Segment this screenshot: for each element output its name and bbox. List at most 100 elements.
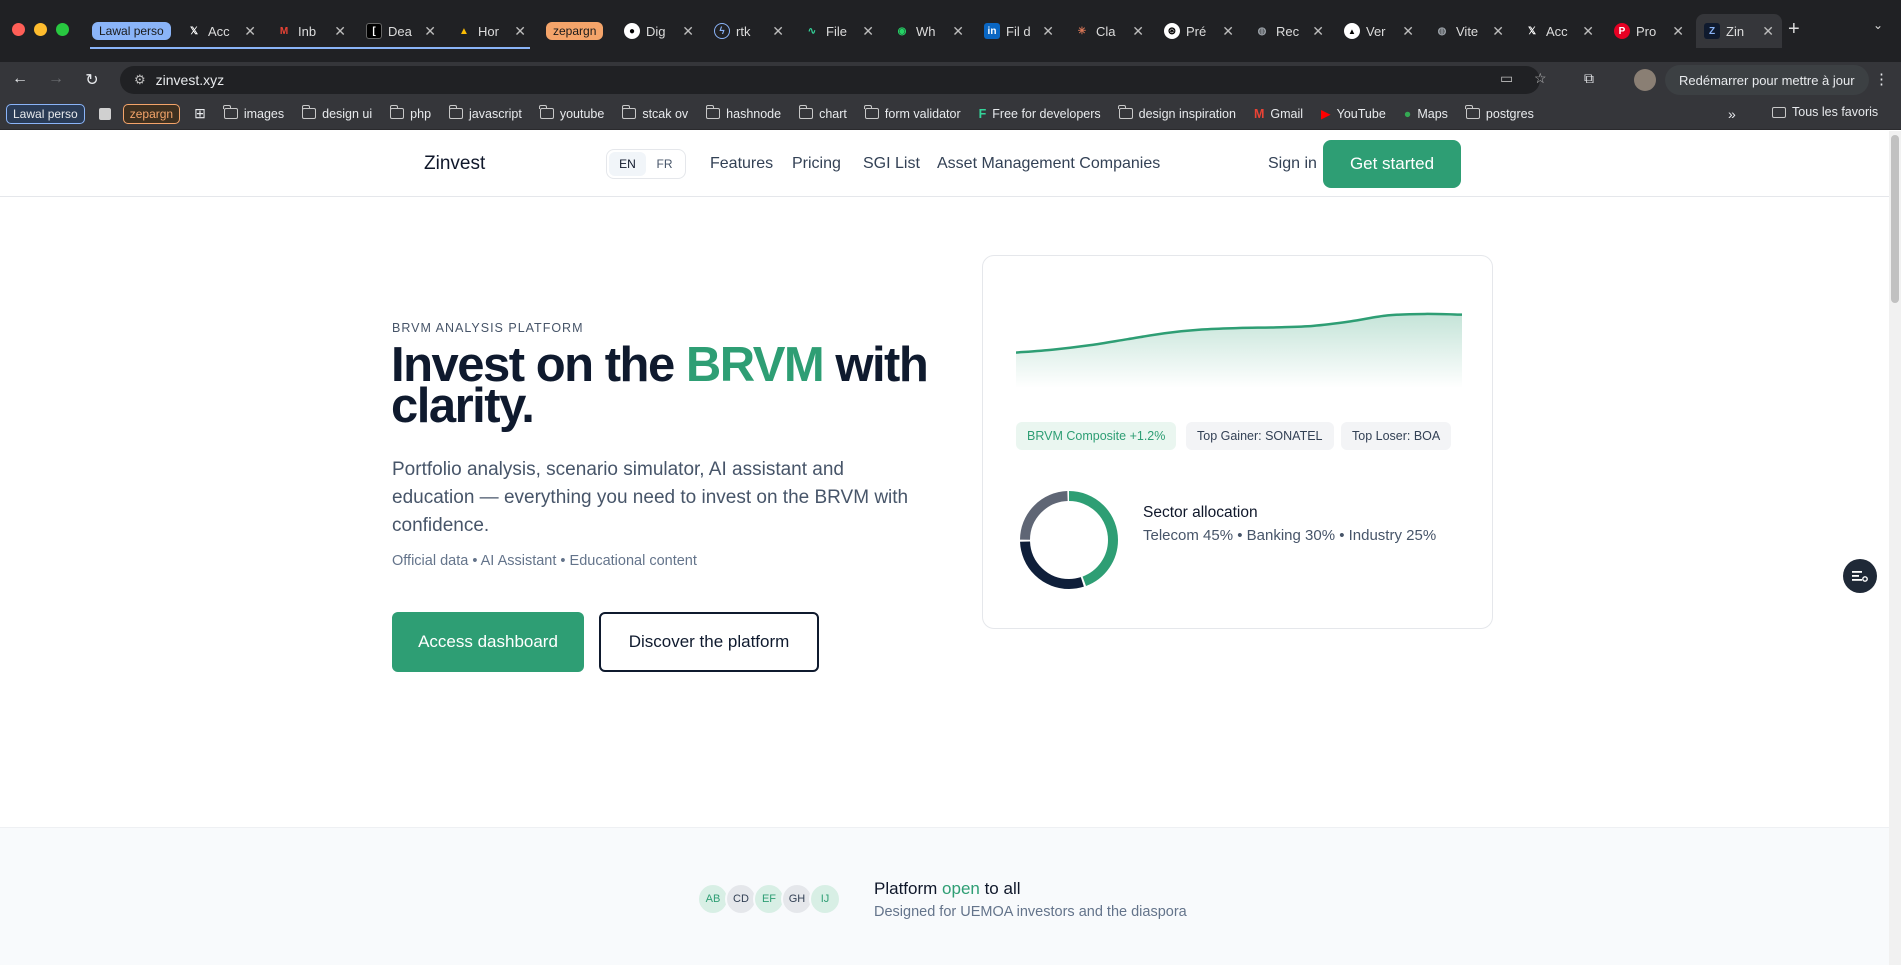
access-dashboard-button[interactable]: Access dashboard <box>392 612 584 672</box>
bookmark-folder[interactable]: chart <box>798 105 847 121</box>
site-info-icon[interactable]: ⚙ <box>134 72 146 88</box>
install-app-icon[interactable]: ▭ <box>1500 70 1513 87</box>
bookmark-folder[interactable]: javascript <box>448 105 522 121</box>
tab[interactable]: 𝕏 Acc ✕ <box>178 14 264 48</box>
bookmark-label: form validator <box>884 106 961 121</box>
close-icon[interactable]: ✕ <box>772 23 784 40</box>
page-scrollbar[interactable] <box>1889 131 1901 965</box>
close-icon[interactable]: ✕ <box>862 23 874 40</box>
bookmark-square-icon[interactable] <box>98 107 111 120</box>
forward-arrow-icon[interactable]: → <box>46 70 66 88</box>
close-icon[interactable]: ✕ <box>1672 23 1684 40</box>
close-icon[interactable]: ✕ <box>1132 23 1144 40</box>
close-icon[interactable]: ✕ <box>1582 23 1594 40</box>
discover-platform-button[interactable]: Discover the platform <box>599 612 819 672</box>
tab[interactable]: ▲ Ver ✕ <box>1336 14 1422 48</box>
bookmark-folder[interactable]: postgres <box>1465 105 1534 121</box>
folder-icon <box>389 105 405 119</box>
sparkline-area <box>1016 313 1462 388</box>
tab[interactable]: ◉ Wh ✕ <box>886 14 972 48</box>
tab-title: Zin <box>1726 23 1745 39</box>
bookmark-label: Free for developers <box>992 106 1101 121</box>
chip-top-gainer: Top Gainer: SONATEL <box>1186 422 1334 450</box>
nav-pricing[interactable]: Pricing <box>792 155 841 173</box>
whatsapp-icon: ◉ <box>897 25 907 37</box>
close-window-button[interactable] <box>12 23 25 36</box>
url-omnibox[interactable]: ⚙ zinvest.xyz <box>120 66 1540 94</box>
close-icon[interactable]: ✕ <box>1312 23 1324 40</box>
tab-active[interactable]: Z Zin ✕ <box>1696 14 1782 48</box>
folder-icon <box>798 105 814 119</box>
tab[interactable]: 𝕏 Acc ✕ <box>1516 14 1602 48</box>
bookmark-group-lawal-perso[interactable]: Lawal perso <box>6 103 85 124</box>
bookmark-folder[interactable]: youtube <box>539 105 604 121</box>
close-icon[interactable]: ✕ <box>952 23 964 40</box>
avatar: IJ <box>809 883 841 915</box>
youtube-icon: ▶ <box>1321 107 1331 121</box>
bookmark-folder[interactable]: form validator <box>864 105 961 121</box>
back-arrow-icon[interactable]: ← <box>10 70 30 88</box>
bookmark-group-zepargn[interactable]: zepargn <box>122 103 181 124</box>
site-logo[interactable]: Zinvest <box>424 153 485 175</box>
all-bookmarks-folder[interactable]: Tous les favoris <box>1772 105 1878 119</box>
bookmark-folder[interactable]: hashnode <box>705 105 781 121</box>
close-icon[interactable]: ✕ <box>514 23 526 40</box>
tab[interactable]: in Fil d ✕ <box>976 14 1062 48</box>
zoom-window-button[interactable] <box>56 23 69 36</box>
more-bookmarks-chevron-icon[interactable]: » <box>1728 106 1736 122</box>
bookmark-folder[interactable]: design ui <box>301 105 372 121</box>
close-icon[interactable]: ✕ <box>1222 23 1234 40</box>
tab[interactable]: ● Dig ✕ <box>616 14 702 48</box>
bookmark-link[interactable]: ▶ YouTube <box>1321 106 1386 122</box>
tab[interactable]: ∿ File ✕ <box>796 14 882 48</box>
bookmark-link[interactable]: F Free for developers <box>979 107 1101 121</box>
reload-icon[interactable]: ↻ <box>82 70 102 90</box>
tab[interactable]: ◍ Vite ✕ <box>1426 14 1512 48</box>
zinvest-icon: Z <box>1704 23 1720 39</box>
tab[interactable]: ✳ Cla ✕ <box>1066 14 1152 48</box>
bookmark-folder[interactable]: images <box>223 105 284 121</box>
tab[interactable]: ◍ Rec ✕ <box>1246 14 1332 48</box>
bookmark-link[interactable]: ● Maps <box>1404 107 1448 121</box>
close-icon[interactable]: ✕ <box>334 23 346 40</box>
extensions-puzzle-icon[interactable]: ⧉ <box>1584 70 1594 87</box>
floating-assistant-button[interactable] <box>1843 559 1877 593</box>
close-icon[interactable]: ✕ <box>1762 23 1774 40</box>
bookmark-folder[interactable]: stcak ov <box>621 105 688 121</box>
bookmark-folder[interactable]: design inspiration <box>1118 105 1236 121</box>
lang-fr-button[interactable]: FR <box>646 152 683 176</box>
tab-search-chevron-icon[interactable]: ⌄ <box>1873 18 1883 32</box>
tab[interactable]: P Pro ✕ <box>1606 14 1692 48</box>
browser-menu-icon[interactable]: ⋮ <box>1874 70 1889 88</box>
tab[interactable]: [Dea ✕ <box>358 14 444 48</box>
tab-title: Vite <box>1456 23 1479 39</box>
bookmark-folder[interactable]: php <box>389 105 431 121</box>
tab-group-zepargn[interactable]: zepargn <box>540 14 612 48</box>
close-icon[interactable]: ✕ <box>1492 23 1504 40</box>
bookmark-link[interactable]: M Gmail <box>1254 107 1303 121</box>
bookmark-star-icon[interactable]: ☆ <box>1534 70 1547 87</box>
nav-sgi-list[interactable]: SGI List <box>863 155 920 173</box>
scrollbar-thumb[interactable] <box>1891 135 1899 303</box>
tab[interactable]: M Inb ✕ <box>268 14 354 48</box>
close-icon[interactable]: ✕ <box>1042 23 1054 40</box>
tab-group-lawal-perso[interactable]: Lawal perso <box>86 14 174 48</box>
lang-en-button[interactable]: EN <box>609 152 646 176</box>
close-icon[interactable]: ✕ <box>244 23 256 40</box>
sign-in-link[interactable]: Sign in <box>1268 155 1317 173</box>
close-icon[interactable]: ✕ <box>682 23 694 40</box>
close-icon[interactable]: ✕ <box>424 23 436 40</box>
minimize-window-button[interactable] <box>34 23 47 36</box>
apps-grid-icon[interactable]: ⊞ <box>194 105 206 122</box>
nav-features[interactable]: Features <box>710 155 773 173</box>
profile-avatar[interactable] <box>1634 69 1656 91</box>
get-started-button[interactable]: Get started <box>1323 140 1461 188</box>
close-icon[interactable]: ✕ <box>1402 23 1414 40</box>
restart-update-button[interactable]: Redémarrer pour mettre à jour <box>1665 65 1869 95</box>
folder-icon <box>1772 106 1786 118</box>
new-tab-plus-icon[interactable]: + <box>1788 18 1800 41</box>
nav-asset-management[interactable]: Asset Management Companies <box>937 155 1160 173</box>
tab[interactable]: ϟ rtk ✕ <box>706 14 792 48</box>
tab[interactable]: ⊛ Pré ✕ <box>1156 14 1242 48</box>
tab[interactable]: ▲ Hor ✕ <box>448 14 534 48</box>
